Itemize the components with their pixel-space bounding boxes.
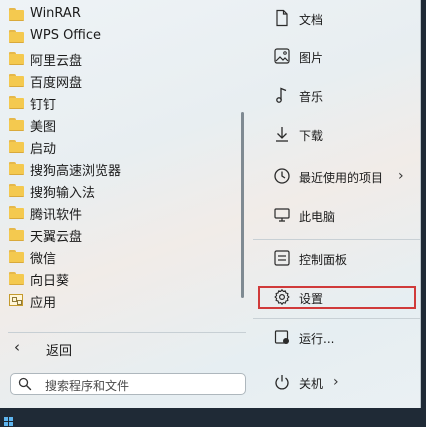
folder-icon	[9, 96, 24, 109]
chevron-left-icon: ‹	[14, 338, 20, 356]
list-item-label: 微信	[30, 252, 57, 267]
computer-icon	[274, 208, 290, 222]
back-label: 返回	[46, 344, 73, 359]
download-arrow-icon	[276, 127, 288, 142]
folder-icon	[9, 206, 24, 219]
document-icon	[276, 9, 288, 27]
run-label: 运行...	[299, 332, 335, 346]
this-pc-item[interactable]: 此电脑	[253, 200, 416, 230]
settings-highlight-box	[258, 286, 416, 309]
downloads-item[interactable]: 下载	[253, 119, 416, 149]
list-item-meitu[interactable]: 美图	[0, 113, 236, 135]
control-panel-icon	[274, 250, 290, 266]
program-list-pane: WinRAR WPS Office 阿里云盘 百度网盘 钉钉 美图 启动 搜狗高…	[0, 0, 252, 408]
list-item-sogou-input[interactable]: 搜狗输入法	[0, 179, 236, 201]
documents-label: 文档	[299, 13, 324, 27]
run-icon	[274, 330, 289, 344]
search-icon	[18, 377, 32, 391]
list-item-sunflower[interactable]: 向日葵	[0, 267, 236, 289]
folder-icon	[9, 184, 24, 197]
list-item-aliyun-drive[interactable]: 阿里云盘	[0, 47, 236, 69]
shortcut-pane: 文档 图片 音乐 下载 最近使用的项目 › 此电脑 控制面板 设置 运行... …	[253, 0, 420, 408]
list-item-apps[interactable]: 应用	[0, 289, 236, 311]
taskbar	[0, 408, 426, 427]
windows-logo-icon[interactable]	[4, 417, 13, 426]
list-item-wechat[interactable]: 微信	[0, 245, 236, 267]
list-item-label: 钉钉	[30, 98, 57, 113]
list-item-tianyi-cloud[interactable]: 天翼云盘	[0, 223, 236, 245]
list-item-label: 天翼云盘	[30, 230, 83, 245]
divider	[253, 318, 420, 319]
divider	[8, 332, 246, 333]
folder-icon	[9, 118, 24, 131]
picture-icon	[274, 48, 290, 64]
control-panel-item[interactable]: 控制面板	[253, 243, 416, 273]
divider	[253, 239, 420, 240]
music-item[interactable]: 音乐	[253, 80, 416, 110]
downloads-label: 下载	[299, 129, 324, 143]
search-input[interactable]: 搜索程序和文件	[10, 373, 246, 395]
list-item-label: 搜狗输入法	[30, 186, 96, 201]
power-icon	[275, 375, 289, 390]
list-item-winrar[interactable]: WinRAR	[0, 3, 236, 25]
pictures-item[interactable]: 图片	[253, 41, 416, 71]
shutdown-label: 关机	[299, 377, 324, 391]
shutdown-button[interactable]: 关机 ›	[253, 367, 416, 397]
list-item-baidu-netdisk[interactable]: 百度网盘	[0, 69, 236, 91]
list-item-label: 启动	[30, 142, 57, 157]
folder-icon	[9, 74, 24, 87]
list-item-label: 阿里云盘	[30, 54, 83, 69]
folder-icon	[9, 52, 24, 65]
list-item-tencent-software[interactable]: 腾讯软件	[0, 201, 236, 223]
folder-icon	[9, 30, 24, 43]
folder-icon	[9, 250, 24, 263]
list-item-label: 搜狗高速浏览器	[30, 164, 122, 179]
recent-items-item[interactable]: 最近使用的项目 ›	[253, 161, 416, 191]
list-item-label: 应用	[30, 296, 57, 311]
list-item-dingtalk[interactable]: 钉钉	[0, 91, 236, 113]
list-item-startup[interactable]: 启动	[0, 135, 236, 157]
chevron-right-icon[interactable]: ›	[333, 375, 339, 389]
list-item-label: 百度网盘	[30, 76, 83, 91]
scrollbar-thumb[interactable]	[241, 112, 244, 298]
clock-icon	[274, 168, 290, 184]
documents-item[interactable]: 文档	[253, 3, 416, 33]
this-pc-label: 此电脑	[299, 210, 336, 224]
chevron-right-icon: ›	[398, 168, 404, 184]
folder-icon	[9, 140, 24, 153]
folder-icon	[9, 162, 24, 175]
search-placeholder: 搜索程序和文件	[45, 379, 130, 393]
apps-folder-icon	[9, 294, 23, 306]
list-item-label: WinRAR	[30, 6, 81, 21]
music-note-icon	[276, 87, 287, 103]
list-item-sogou-browser[interactable]: 搜狗高速浏览器	[0, 157, 236, 179]
list-item-label: 向日葵	[30, 274, 70, 289]
folder-icon	[9, 272, 24, 285]
back-button[interactable]: ‹ 返回	[8, 338, 244, 360]
run-item[interactable]: 运行...	[253, 322, 416, 352]
list-item-wps-office[interactable]: WPS Office	[0, 25, 236, 47]
list-item-label: WPS Office	[30, 28, 102, 43]
start-menu: WinRAR WPS Office 阿里云盘 百度网盘 钉钉 美图 启动 搜狗高…	[0, 0, 421, 409]
folder-icon	[9, 228, 24, 241]
music-label: 音乐	[299, 90, 324, 104]
list-item-label: 美图	[30, 120, 57, 135]
list-item-label: 腾讯软件	[30, 208, 83, 223]
control-panel-label: 控制面板	[299, 253, 348, 267]
folder-icon	[9, 8, 24, 21]
recent-items-label: 最近使用的项目	[299, 171, 384, 185]
pictures-label: 图片	[299, 51, 324, 65]
